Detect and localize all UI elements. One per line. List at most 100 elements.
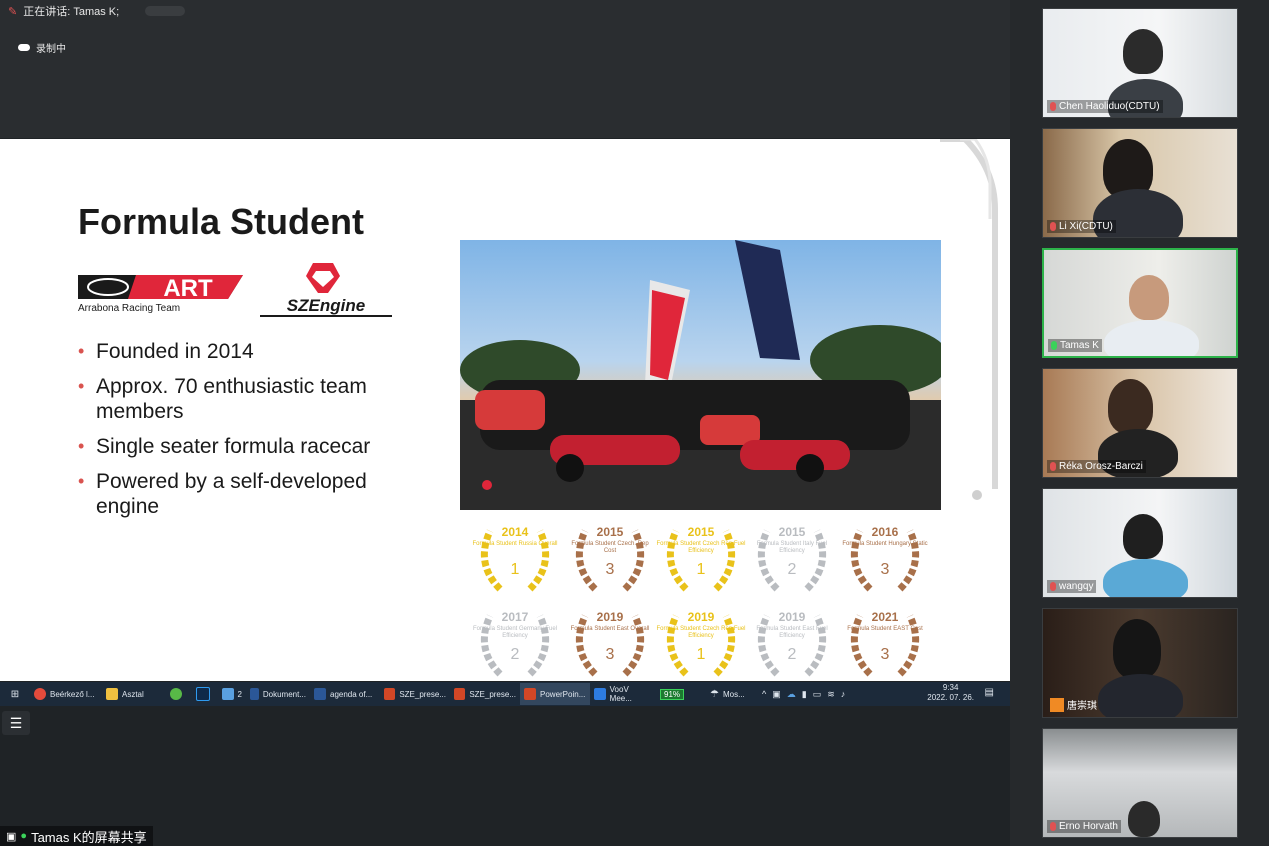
participant-video-tile[interactable]: Erno Horvath	[1042, 728, 1238, 838]
mic-muted-icon	[1050, 822, 1056, 831]
sze-engine-logo: SZEngine	[260, 263, 392, 317]
team-photo-illustration	[460, 240, 941, 510]
user-avatar-icon	[1050, 697, 1064, 712]
umbrella-icon: ☂	[710, 688, 719, 700]
award-event: Formula Student Russia Overall	[472, 541, 558, 547]
taskbar-item-active[interactable]: PowerPoin...	[520, 683, 590, 705]
taskbar-item[interactable]: Beérkező l...	[30, 683, 102, 705]
cloud-icon	[18, 44, 30, 51]
volume-icon: ♪	[840, 689, 846, 699]
taskbar-item-label: agenda of...	[330, 689, 373, 699]
taskbar-item[interactable]: agenda of...	[310, 683, 380, 705]
list-menu-icon: ☰	[9, 714, 23, 731]
participant-video	[1129, 275, 1169, 320]
clock-time: 9:34	[942, 683, 959, 692]
mic-on-icon	[1051, 341, 1057, 350]
taskbar-item-label: Asztal	[122, 689, 144, 699]
shared-slide: Formula Student ART Arrabona Racing Team…	[0, 139, 1010, 681]
taskbar-item[interactable]: Dokument...	[246, 683, 310, 705]
participant-body	[1104, 320, 1199, 356]
award-event: Formula Student East Overall	[570, 626, 650, 632]
chevron-up-icon: ^	[762, 689, 767, 699]
award-year: 2015	[687, 525, 715, 539]
participant-video	[1128, 801, 1160, 837]
sze-logo-text: SZEngine	[287, 296, 365, 315]
taskbar-item[interactable]: SZE_prese...	[380, 683, 450, 705]
participant-video-tile[interactable]: 唐崇琪	[1042, 608, 1238, 718]
award-place: 3	[605, 561, 615, 578]
powerpoint-icon	[524, 688, 536, 700]
participant-video-tile[interactable]: Chen Haoliduo(CDTU)	[1042, 8, 1238, 118]
award-badge: 2015 Formula Student Italy Fuel Efficien…	[747, 519, 837, 599]
participant-name-tag: Chen Haoliduo(CDTU)	[1047, 100, 1163, 113]
award-place: 1	[696, 646, 706, 663]
award-place: 2	[510, 646, 520, 663]
notification-icon[interactable]: ▤	[985, 687, 994, 698]
taskbar-item-label: Dokument...	[262, 689, 306, 699]
taskbar-item-label: VooV Mee...	[609, 685, 632, 703]
recording-text: 录制中	[36, 44, 66, 55]
award-place: 3	[880, 561, 890, 578]
usb-icon: ▮	[801, 688, 807, 699]
bullet-item: Powered by a self-developed engine	[78, 469, 418, 519]
participant-video	[1113, 619, 1161, 679]
participant-body	[1103, 559, 1188, 597]
recording-indicator[interactable]: 录制中	[18, 40, 66, 55]
battery-tray-icon: ▭	[812, 688, 822, 699]
taskbar-clock[interactable]: 9:34 2022. 07. 26.	[927, 683, 974, 703]
taskbar-item[interactable]: SZE_prese...	[450, 683, 520, 705]
voov-icon	[594, 688, 606, 700]
chrome-icon	[34, 688, 46, 700]
award-event: Formula Student East Fuel Efficiency	[756, 626, 828, 639]
award-year: 2015	[778, 525, 806, 539]
network-icon: ≋	[827, 688, 835, 699]
participant-video-tile-active-speaker[interactable]: Tamas K	[1042, 248, 1238, 358]
slide-title: Formula Student	[78, 201, 364, 242]
award-place: 1	[510, 561, 520, 578]
award-badge: 2016 Formula Student Hungary Static 3	[840, 519, 930, 599]
participant-name: Réka Orosz-Barczi	[1059, 461, 1143, 472]
award-badge: 2019 Formula Student Czech Rep Fuel Effi…	[656, 604, 746, 681]
participant-name-tag: Réka Orosz-Barczi	[1047, 460, 1146, 473]
participant-video-tile[interactable]: Li Xi(CDTU)	[1042, 128, 1238, 238]
award-place: 1	[696, 561, 706, 578]
battery-indicator[interactable]: 91%	[656, 683, 706, 705]
award-event: Formula Student EAST Cost	[847, 626, 923, 632]
battery-icon: 91%	[660, 688, 685, 700]
screen-icon: ▣	[6, 830, 17, 843]
taskbar-item[interactable]: Asztal	[102, 683, 166, 705]
tray-icon: ▣	[772, 688, 781, 699]
award-event: Formula Student Czech Rep Fuel Efficienc…	[656, 541, 746, 554]
team-photo	[460, 240, 941, 510]
award-place: 2	[787, 561, 797, 578]
award-event: Formula Student Germany Fuel Efficiency	[472, 626, 558, 639]
word-icon	[314, 688, 326, 700]
award-badge: 2014 Formula Student Russia Overall 1	[470, 519, 560, 599]
participant-video-tile[interactable]: Réka Orosz-Barczi	[1042, 368, 1238, 478]
bullet-list: Founded in 2014 Approx. 70 enthusiastic …	[78, 339, 418, 529]
toolbar-menu-button[interactable]: ☰	[2, 711, 30, 735]
participant-name-tag: Erno Horvath	[1047, 820, 1121, 833]
windows-icon: ⊞	[10, 688, 20, 700]
taskbar-item[interactable]	[192, 683, 218, 705]
mic-muted-icon	[1050, 462, 1056, 471]
start-button[interactable]: ⊞	[0, 683, 30, 705]
mic-on-icon: ●	[20, 830, 28, 842]
participant-video-tile[interactable]: wangqy	[1042, 488, 1238, 598]
participant-video	[1123, 29, 1163, 74]
award-year: 2019	[778, 610, 806, 624]
weather-widget[interactable]: ☂ Mos...	[706, 683, 758, 705]
mic-muted-icon	[1050, 582, 1056, 591]
taskbar-item[interactable]: VooV Mee...	[590, 683, 656, 705]
mic-muted-icon	[1050, 102, 1056, 111]
taskbar-item-label: SZE_prese...	[469, 689, 516, 699]
award-place: 3	[880, 646, 890, 663]
award-badge: 2019 Formula Student East Overall 3	[565, 604, 655, 681]
word-icon	[250, 688, 259, 700]
taskbar-item[interactable]: 2	[218, 683, 246, 705]
taskbar-item-count: 2	[237, 689, 242, 699]
participant-name: Chen Haoliduo(CDTU)	[1059, 101, 1160, 112]
system-tray[interactable]: ^ ▣ ☁ ▮ ▭ ≋ ♪	[758, 683, 888, 705]
photoshop-icon	[196, 687, 210, 701]
taskbar-item[interactable]	[166, 683, 192, 705]
